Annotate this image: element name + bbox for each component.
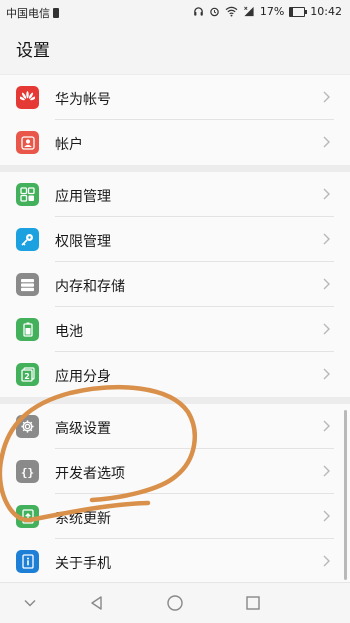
- apps-grid-icon: [16, 183, 39, 206]
- settings-item-app-twin[interactable]: 2 应用分身: [0, 352, 350, 397]
- settings-item-permissions[interactable]: 权限管理: [0, 217, 350, 262]
- chevron-down-icon[interactable]: [16, 591, 44, 615]
- page-header: 设置: [0, 24, 350, 74]
- chevron-right-icon: [323, 188, 330, 200]
- page-title: 设置: [16, 41, 50, 61]
- settings-item-battery[interactable]: 电池: [0, 307, 350, 352]
- item-label: 开发者选项: [55, 466, 125, 482]
- settings-item-system-update[interactable]: 系统更新: [0, 494, 350, 539]
- item-label: 帐户: [55, 137, 83, 153]
- item-label: 内存和存储: [55, 279, 125, 295]
- phone-info-icon: [16, 550, 39, 573]
- chevron-right-icon: [323, 278, 330, 290]
- settings-item-storage[interactable]: 内存和存储: [0, 262, 350, 307]
- chevron-right-icon: [323, 555, 330, 567]
- item-label: 高级设置: [55, 421, 111, 437]
- apps-group: 应用管理 权限管理 内存和存储 电池 2 应用分身: [0, 172, 350, 397]
- wifi-icon: [225, 6, 238, 17]
- storage-icon: [16, 273, 39, 296]
- settings-item-about-phone[interactable]: 关于手机: [0, 539, 350, 584]
- home-icon[interactable]: [161, 591, 189, 615]
- item-label: 系统更新: [55, 511, 111, 527]
- item-label: 应用分身: [55, 369, 111, 385]
- item-label: 电池: [55, 324, 83, 340]
- chevron-right-icon: [323, 323, 330, 335]
- settings-item-developer-options[interactable]: {} 开发者选项: [0, 449, 350, 494]
- sim-icon: [53, 8, 59, 18]
- item-label: 关于手机: [55, 556, 111, 572]
- battery-icon: [289, 6, 308, 17]
- chevron-right-icon: [323, 420, 330, 432]
- chevron-right-icon: [323, 136, 330, 148]
- svg-text:2: 2: [24, 372, 30, 381]
- key-icon: [16, 228, 39, 251]
- settings-item-huawei-id[interactable]: 华为帐号: [0, 75, 350, 120]
- system-update-icon: [16, 505, 39, 528]
- chevron-right-icon: [323, 91, 330, 103]
- settings-item-app-management[interactable]: 应用管理: [0, 172, 350, 217]
- chevron-right-icon: [323, 465, 330, 477]
- back-icon[interactable]: [83, 591, 111, 615]
- section-gap: [0, 397, 350, 404]
- settings-item-advanced[interactable]: 高级设置: [0, 404, 350, 449]
- navigation-bar: [0, 582, 350, 623]
- chevron-right-icon: [323, 233, 330, 245]
- section-gap: [0, 165, 350, 172]
- item-label: 应用管理: [55, 189, 111, 205]
- app-twin-icon: 2: [16, 363, 39, 386]
- item-label: 华为帐号: [55, 92, 111, 108]
- battery-icon: [16, 318, 39, 341]
- scrollbar[interactable]: [344, 410, 347, 580]
- account-icon: [16, 131, 39, 154]
- settings-item-accounts[interactable]: 帐户: [0, 120, 350, 165]
- alarm-icon: [209, 6, 220, 17]
- battery-percent: 17%: [259, 5, 285, 18]
- battery-level-fill: [290, 7, 293, 16]
- recents-icon[interactable]: [239, 591, 267, 615]
- gear-icon: [16, 415, 39, 438]
- carrier-label: 中国电信: [6, 7, 50, 20]
- chevron-right-icon: [323, 368, 330, 380]
- headset-icon: [193, 6, 204, 17]
- status-bar: 中国电信 17% 10:42: [0, 0, 350, 24]
- clock: 10:42: [310, 5, 342, 18]
- item-label: 权限管理: [55, 234, 111, 250]
- braces-icon: {}: [16, 460, 39, 483]
- signal-icon: [243, 6, 255, 17]
- chevron-right-icon: [323, 510, 330, 522]
- huawei-logo-icon: [16, 86, 39, 109]
- svg-text:{}: {}: [21, 466, 34, 479]
- account-group: 华为帐号 帐户: [0, 75, 350, 165]
- system-group: 高级设置 {} 开发者选项 系统更新 关于手机: [0, 404, 350, 584]
